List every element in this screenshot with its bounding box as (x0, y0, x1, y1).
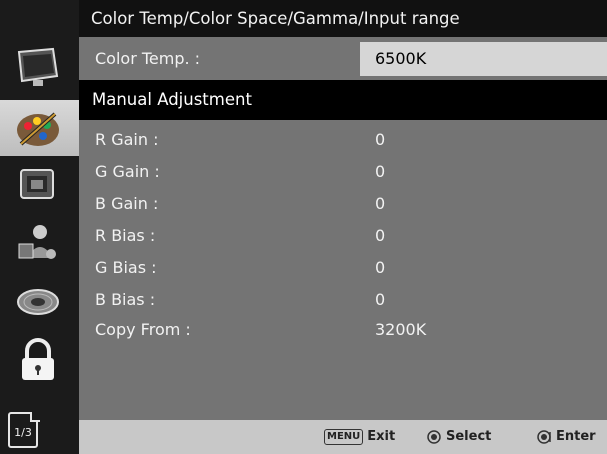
b-gain-row[interactable]: B Gain : 0 (79, 188, 607, 220)
copy-from-value[interactable]: 3200K (375, 314, 426, 346)
b-gain-label: B Gain : (95, 194, 159, 213)
g-gain-value[interactable]: 0 (375, 156, 385, 188)
select-hint: Select (427, 420, 491, 454)
picture-in-picture-icon (20, 169, 54, 199)
color-temp-value[interactable]: 6500K (375, 42, 426, 76)
main-panel: Color Temp/Color Space/Gamma/Input range… (79, 0, 607, 454)
r-bias-value[interactable]: 0 (375, 220, 385, 252)
b-bias-row[interactable]: B Bias : 0 (79, 284, 607, 316)
sidebar-item-disc[interactable] (0, 272, 79, 328)
lock-icon (22, 338, 54, 380)
page-indicator: 1/3 (8, 412, 42, 450)
user-settings-icon (18, 225, 56, 259)
b-bias-value[interactable]: 0 (375, 284, 385, 316)
sidebar-item-display[interactable] (0, 40, 79, 96)
sidebar-item-user[interactable] (0, 214, 79, 270)
g-bias-label: G Bias : (95, 258, 157, 277)
exit-label: Exit (367, 429, 396, 444)
r-bias-label: R Bias : (95, 226, 156, 245)
sidebar-item-color[interactable] (0, 100, 79, 156)
g-gain-row[interactable]: G Gain : 0 (79, 156, 607, 188)
page-title: Color Temp/Color Space/Gamma/Input range (79, 0, 607, 37)
exit-hint: MENU Exit (324, 420, 395, 454)
joystick-icon (427, 429, 441, 444)
sidebar-item-pip[interactable] (0, 158, 79, 214)
g-bias-value[interactable]: 0 (375, 252, 385, 284)
r-gain-label: R Gain : (95, 130, 159, 149)
sidebar-item-lock[interactable] (0, 332, 79, 388)
color-temp-label: Color Temp. : (95, 49, 201, 68)
r-bias-row[interactable]: R Bias : 0 (79, 220, 607, 252)
enter-hint: Enter (537, 420, 596, 454)
b-gain-value[interactable]: 0 (375, 188, 385, 220)
monitor-icon (17, 47, 59, 86)
color-temp-row[interactable]: Color Temp. : 6500K (79, 42, 607, 76)
osd-menu: 1/3 Color Temp/Color Space/Gamma/Input r… (0, 0, 607, 454)
enter-label: Enter (556, 429, 596, 444)
b-bias-label: B Bias : (95, 290, 156, 309)
g-gain-label: G Gain : (95, 162, 160, 181)
r-gain-row[interactable]: R Gain : 0 (79, 124, 607, 156)
joystick-press-icon (537, 429, 551, 444)
sidebar: 1/3 (0, 0, 79, 454)
page-number: 1/3 (14, 426, 32, 439)
section-header: Manual Adjustment (79, 80, 607, 120)
menu-key-icon: MENU (324, 428, 364, 445)
color-palette-icon (17, 112, 59, 146)
copy-from-label: Copy From : (95, 320, 191, 339)
g-bias-row[interactable]: G Bias : 0 (79, 252, 607, 284)
footer-hints: MENU Exit Select Enter (79, 420, 607, 454)
r-gain-value[interactable]: 0 (375, 124, 385, 156)
select-label: Select (446, 429, 492, 444)
disc-icon (17, 289, 59, 315)
copy-from-row[interactable]: Copy From : 3200K (79, 314, 607, 346)
